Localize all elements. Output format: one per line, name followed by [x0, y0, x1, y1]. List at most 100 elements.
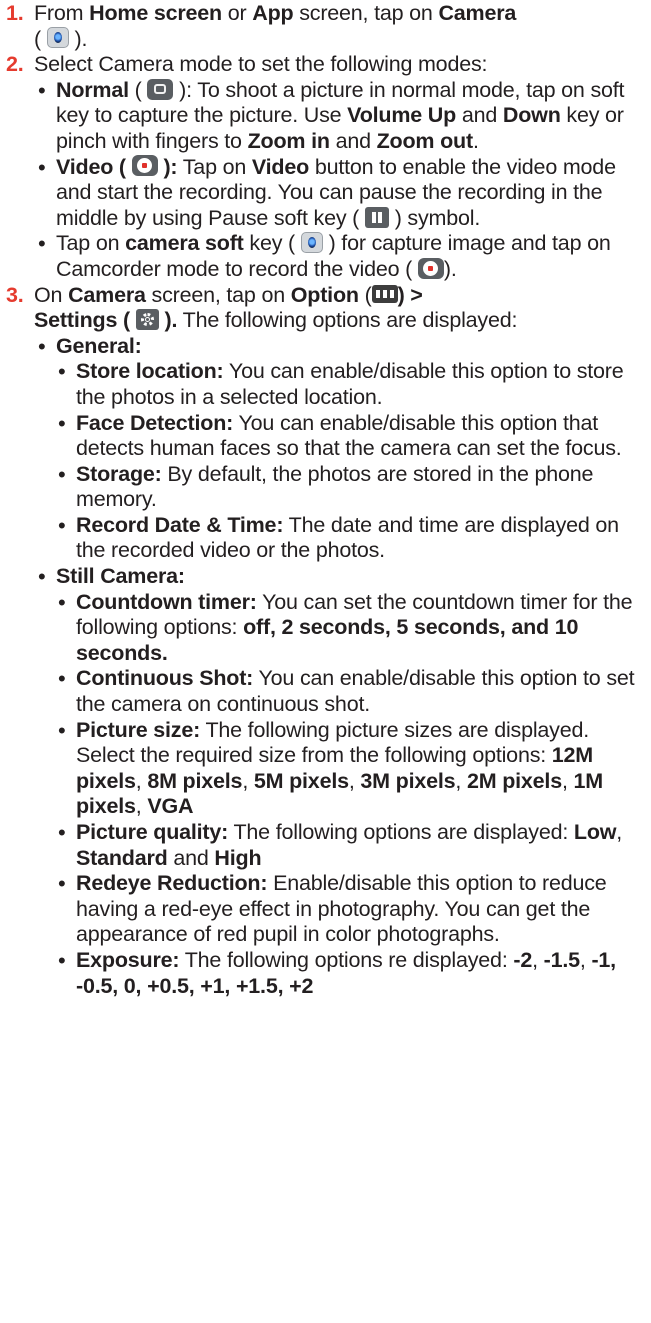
step-number: 3.	[6, 282, 24, 307]
settings-label: Settings (	[34, 308, 130, 333]
list-item-video: Video ( ): Tap on Video button to enable…	[38, 155, 639, 232]
item-label: Store location:	[76, 359, 224, 384]
video-label: Video (	[56, 154, 126, 179]
text: screen, tap on	[293, 1, 439, 25]
text: (	[128, 77, 142, 102]
exposure-option: -1.5	[543, 947, 580, 972]
camera-app-icon	[300, 232, 323, 254]
item-text: The following options re displayed:	[179, 947, 514, 972]
text: Tap on	[56, 231, 126, 256]
list-item: Redeye Reduction: Enable/disable this op…	[58, 871, 639, 948]
text: On	[34, 282, 69, 307]
text: ) symbol.	[394, 205, 481, 230]
list-item: Picture size: The following picture size…	[58, 718, 639, 820]
list-item-camera-soft-key: Tap on camera soft key ( ) for capture i…	[38, 231, 639, 282]
list-item: Record Date & Time: The date and time ar…	[58, 513, 639, 564]
text: or	[221, 1, 253, 25]
item-text: The following options are displayed:	[228, 820, 574, 844]
separator: ,	[135, 768, 148, 793]
step-number: 1.	[6, 1, 24, 25]
quality-option: Standard	[76, 845, 168, 870]
separator: ,	[579, 947, 592, 972]
list-item: Storage: By default, the photos are stor…	[58, 462, 639, 513]
quality-option: High	[214, 845, 262, 870]
gear-icon	[135, 308, 159, 330]
separator: ,	[532, 947, 544, 972]
separator: ,	[561, 768, 574, 793]
size-option: 3M pixels	[360, 768, 456, 793]
camera-label: Camera	[68, 282, 146, 307]
step-text: Select Camera mode to set the following …	[34, 52, 488, 77]
text: and	[456, 103, 503, 128]
text: ):	[163, 154, 178, 179]
list-item: Exposure: The following options re displ…	[58, 948, 639, 999]
item-label: Redeye Reduction:	[76, 871, 268, 896]
exposure-option: -2	[513, 947, 533, 972]
text: .	[472, 128, 479, 153]
list-item: Picture quality: The following options a…	[58, 820, 639, 871]
separator: ,	[135, 794, 148, 819]
text: From	[34, 1, 90, 25]
section-title: General:	[56, 333, 142, 358]
item-label: Storage:	[76, 461, 162, 486]
step-2: 2. Select Camera mode to set the followi…	[6, 52, 639, 282]
separator: ,	[242, 768, 254, 793]
option-menu-icon	[371, 284, 398, 303]
normal-label: Normal	[56, 77, 129, 102]
mode-list: Normal ( ): To shoot a picture in normal…	[38, 78, 639, 283]
text: and	[329, 128, 377, 153]
separator: and	[167, 845, 215, 870]
item-label: Continuous Shot:	[76, 666, 254, 691]
section-still-camera: Still Camera:	[38, 564, 639, 590]
text: (	[358, 282, 372, 307]
item-label: Face Detection:	[76, 410, 234, 435]
size-option: 5M pixels	[253, 768, 349, 793]
settings-sections: General: Store location: You can enable/…	[38, 334, 639, 999]
section-general: General:	[38, 334, 639, 360]
text: Tap on	[177, 154, 252, 179]
record-icon	[417, 257, 444, 279]
separator: ,	[348, 768, 361, 793]
still-camera-list: Countdown timer: You can set the countdo…	[58, 590, 639, 1000]
home-screen-label: Home screen	[89, 1, 222, 25]
zoom-in-label: Zoom in	[247, 128, 330, 153]
video-button-label: Video	[251, 154, 310, 179]
volume-up-label: Volume Up	[347, 103, 457, 128]
list-item-normal: Normal ( ): To shoot a picture in normal…	[38, 78, 639, 155]
text: ) >	[397, 282, 423, 307]
item-label: Picture size:	[76, 717, 201, 742]
text: ).	[74, 26, 88, 51]
record-icon	[131, 155, 158, 177]
step-number: 2.	[6, 52, 24, 77]
size-option: VGA	[147, 794, 194, 819]
general-list: Store location: You can enable/disable t…	[58, 359, 639, 564]
list-item: Store location: You can enable/disable t…	[58, 359, 639, 410]
option-label: Option	[290, 282, 359, 307]
separator: ,	[455, 768, 467, 793]
step-3: 3. On Camera screen, tap on Option ( ) > S…	[6, 283, 639, 1000]
list-item: Countdown timer: You can set the countdo…	[58, 590, 639, 667]
photo-camera-icon	[147, 78, 174, 100]
camera-soft-label: camera soft	[125, 231, 244, 256]
item-label: Picture quality:	[76, 820, 229, 844]
size-option: 8M pixels	[147, 768, 243, 793]
down-label: Down	[502, 103, 561, 128]
camera-instructions: 1. From Home screen or App screen, tap o…	[0, 0, 651, 999]
app-label: App	[252, 1, 294, 25]
item-label: Record Date & Time:	[76, 512, 284, 537]
text: screen, tap on	[145, 282, 291, 307]
size-option: 2M pixels	[466, 768, 562, 793]
item-label: Countdown timer:	[76, 589, 257, 614]
quality-option: Low	[573, 820, 617, 844]
text: (	[34, 26, 41, 51]
camera-label: Camera	[438, 1, 517, 25]
pause-icon	[364, 206, 389, 228]
separator: ,	[616, 820, 623, 844]
text: The following options are displayed:	[177, 308, 518, 333]
text: key (	[243, 231, 296, 256]
list-item: Face Detection: You can enable/disable t…	[58, 411, 639, 462]
list-item: Continuous Shot: You can enable/disable …	[58, 666, 639, 717]
text: ).	[164, 308, 178, 333]
item-label: Exposure:	[76, 947, 180, 972]
text: ).	[443, 256, 457, 281]
